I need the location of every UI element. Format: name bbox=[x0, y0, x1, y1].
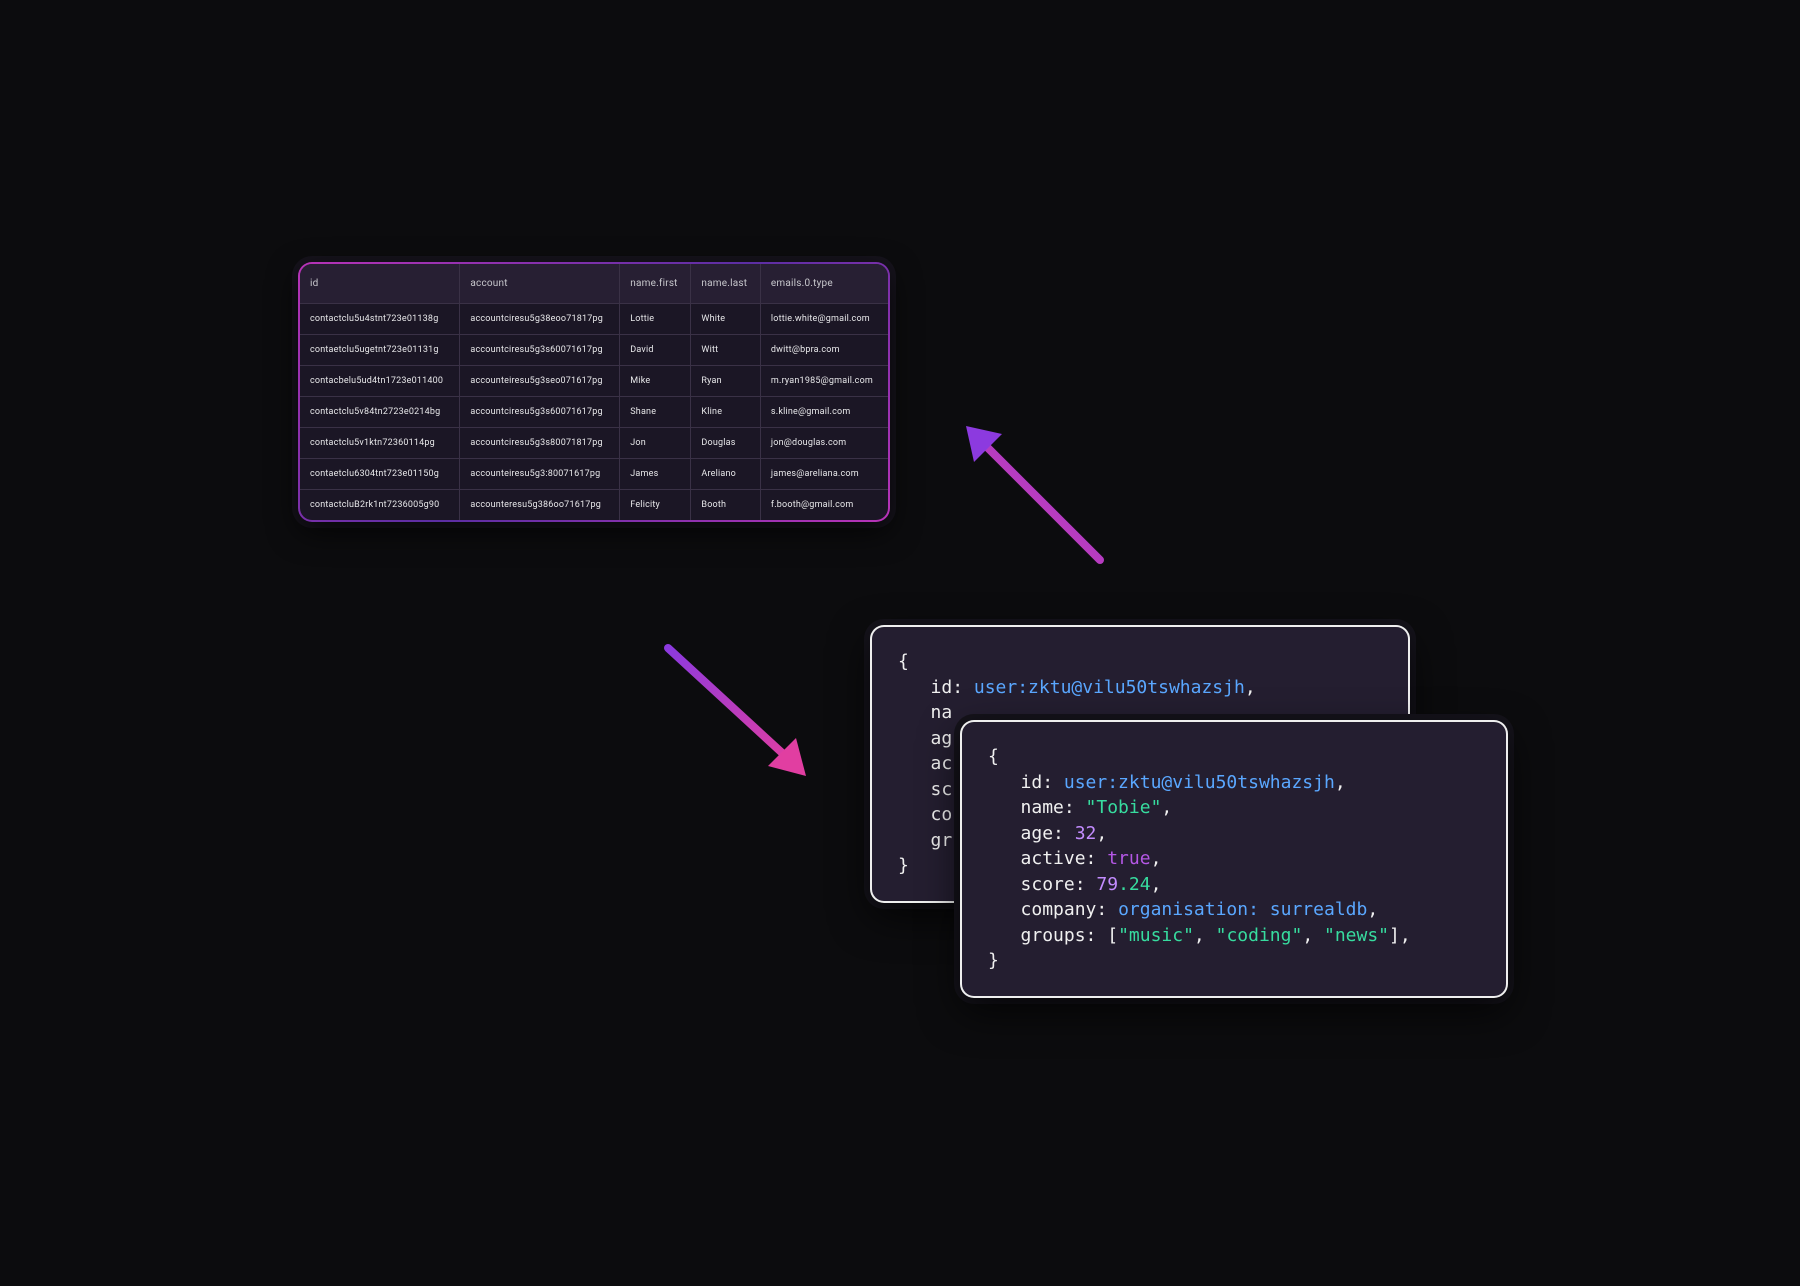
cell-email: james@areliana.com bbox=[760, 459, 888, 490]
val-group-0: "music" bbox=[1118, 925, 1194, 946]
cell-id: contactclu5v84tn2723e0214bg bbox=[300, 397, 460, 428]
cell-account: accountciresu5g3s60071617pg bbox=[460, 335, 620, 366]
cell-id: contactcluB2rk1nt7236005g90 bbox=[300, 490, 460, 521]
cell-first: Shane bbox=[620, 397, 691, 428]
cell-account: accountciresu5g3s60071617pg bbox=[460, 397, 620, 428]
col-lastname: name.last bbox=[691, 264, 760, 304]
val-name: "Tobie" bbox=[1086, 797, 1162, 818]
table-row: contactclu5v1ktn72360114pg accountciresu… bbox=[300, 428, 888, 459]
val-group-1: "coding" bbox=[1216, 925, 1303, 946]
table-row: contacbelu5ud4tn1723e011400 accounteires… bbox=[300, 366, 888, 397]
table-row: contactclu5v84tn2723e0214bg accountcires… bbox=[300, 397, 888, 428]
cell-id: contacbelu5ud4tn1723e011400 bbox=[300, 366, 460, 397]
cell-account: accounteiresu5g3seo071617pg bbox=[460, 366, 620, 397]
val-id: user:zktu@vilu50tswhazsjh bbox=[1064, 772, 1335, 793]
cell-email: s.kline@gmail.com bbox=[760, 397, 888, 428]
val-group-2: "news" bbox=[1324, 925, 1389, 946]
key-score: score: bbox=[1021, 874, 1086, 895]
cell-last: Areliano bbox=[691, 459, 760, 490]
val-active: true bbox=[1107, 848, 1150, 869]
brace-open: { bbox=[988, 746, 999, 767]
brace-open: { bbox=[898, 651, 909, 672]
key-groups: gr bbox=[931, 830, 953, 851]
cell-email: f.booth@gmail.com bbox=[760, 490, 888, 521]
col-firstname: name.first bbox=[620, 264, 691, 304]
cell-last: Booth bbox=[691, 490, 760, 521]
brace-close: } bbox=[898, 855, 909, 876]
arrow-top-left-icon bbox=[960, 420, 1120, 580]
table-row: contaetclu6304tnt723e01150g accounteires… bbox=[300, 459, 888, 490]
key-id: id: bbox=[1021, 772, 1054, 793]
key-id: id: bbox=[931, 677, 964, 698]
arrow-bottom-right-icon bbox=[650, 630, 820, 790]
code-block-front: { id: user:zktu@vilu50tswhazsjh, name: "… bbox=[962, 722, 1506, 996]
cell-last: Kline bbox=[691, 397, 760, 428]
data-table: id account name.first name.last emails.0… bbox=[300, 264, 888, 520]
cell-last: Douglas bbox=[691, 428, 760, 459]
col-id: id bbox=[300, 264, 460, 304]
key-active: ac bbox=[931, 753, 953, 774]
cell-id: contactclu5u4stnt723e01138g bbox=[300, 304, 460, 335]
cell-first: Jon bbox=[620, 428, 691, 459]
cell-id: contaetclu5ugetnt723e01131g bbox=[300, 335, 460, 366]
key-company: company: bbox=[1021, 899, 1108, 920]
cell-first: James bbox=[620, 459, 691, 490]
cell-last: White bbox=[691, 304, 760, 335]
table-header-row: id account name.first name.last emails.0… bbox=[300, 264, 888, 304]
key-score: sc bbox=[931, 779, 953, 800]
key-company: co bbox=[931, 804, 953, 825]
key-name: na bbox=[931, 702, 953, 723]
cell-email: lottie.white@gmail.com bbox=[760, 304, 888, 335]
table-row: contactcluB2rk1nt7236005g90 accounteresu… bbox=[300, 490, 888, 521]
cell-account: accounteresu5g386oo71617pg bbox=[460, 490, 620, 521]
cell-last: Witt bbox=[691, 335, 760, 366]
table-row: contactclu5u4stnt723e01138g accountcires… bbox=[300, 304, 888, 335]
cell-email: m.ryan1985@gmail.com bbox=[760, 366, 888, 397]
col-account: account bbox=[460, 264, 620, 304]
code-card-front: { id: user:zktu@vilu50tswhazsjh, name: "… bbox=[960, 720, 1508, 998]
cell-first: Lottie bbox=[620, 304, 691, 335]
brace-close: } bbox=[988, 950, 999, 971]
table-row: contaetclu5ugetnt723e01131g accountcires… bbox=[300, 335, 888, 366]
key-name: name: bbox=[1021, 797, 1075, 818]
val-id: user:zktu@vilu50tswhazsjh bbox=[974, 677, 1245, 698]
cell-account: accountciresu5g38eoo71817pg bbox=[460, 304, 620, 335]
col-email: emails.0.type bbox=[760, 264, 888, 304]
val-score-int: 79 bbox=[1096, 874, 1118, 895]
cell-email: dwitt@bpra.com bbox=[760, 335, 888, 366]
key-age: ag bbox=[931, 728, 953, 749]
key-groups: groups: bbox=[1021, 925, 1097, 946]
data-table-card: id account name.first name.last emails.0… bbox=[298, 262, 890, 522]
cell-first: Felicity bbox=[620, 490, 691, 521]
cell-account: accountciresu5g3s80071817pg bbox=[460, 428, 620, 459]
key-active: active: bbox=[1021, 848, 1097, 869]
cell-email: jon@douglas.com bbox=[760, 428, 888, 459]
val-company: surrealdb bbox=[1270, 899, 1368, 920]
key-age: age: bbox=[1021, 823, 1064, 844]
val-age: 32 bbox=[1075, 823, 1097, 844]
cell-id: contaetclu6304tnt723e01150g bbox=[300, 459, 460, 490]
cell-first: Mike bbox=[620, 366, 691, 397]
cell-first: David bbox=[620, 335, 691, 366]
val-score-dec: .24 bbox=[1118, 874, 1151, 895]
cell-id: contactclu5v1ktn72360114pg bbox=[300, 428, 460, 459]
val-company-rel: organisation: bbox=[1118, 899, 1259, 920]
cell-account: accounteiresu5g3:80071617pg bbox=[460, 459, 620, 490]
cell-last: Ryan bbox=[691, 366, 760, 397]
